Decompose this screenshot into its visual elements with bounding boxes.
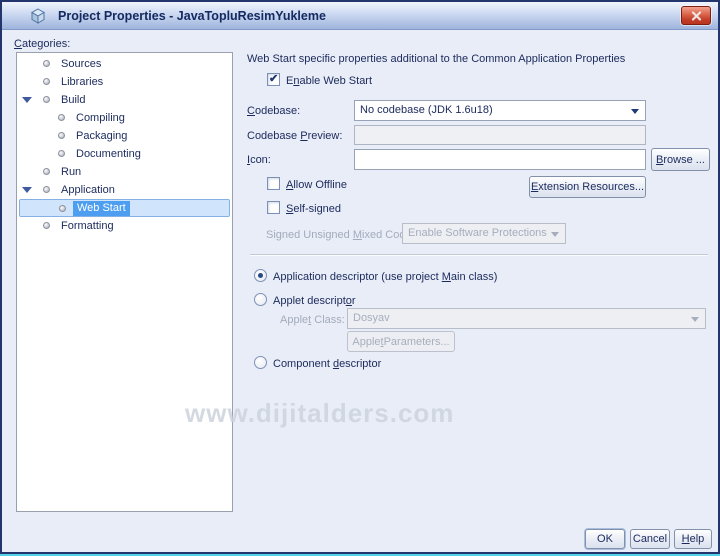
title-bar[interactable]: Project Properties - JavaTopluResimYukle… [2,2,718,30]
expand-triangle-icon[interactable] [22,187,32,193]
tree-item-web-start[interactable]: Web Start [19,199,230,217]
codebase-label: Codebase: [247,105,301,117]
allow-offline-checkbox[interactable] [267,177,280,190]
tree-item-application[interactable]: Application [19,181,230,199]
window-title: Project Properties - JavaTopluResimYukle… [58,8,326,23]
mixed-code-label: Signed Unsigned Mixed Code: [266,229,415,241]
codebase-preview-label: Codebase Preview: [247,130,343,142]
applet-descriptor-label: Applet descriptor [273,295,356,307]
codebase-preview-field [354,125,646,145]
tree-item-label: Formatting [61,220,114,232]
codebase-selected-value: No codebase (JDK 1.6u18) [360,104,493,116]
tree-item-build[interactable]: Build [19,91,230,109]
icon-field[interactable] [354,149,646,170]
section-divider [250,254,708,256]
chevron-down-icon [551,232,559,237]
enable-web-start-label: Enable Web Start [286,75,373,87]
mixed-code-combobox: Enable Software Protections [402,223,566,244]
tree-item-label: Web Start [73,201,130,216]
tree-item-label: Build [61,94,86,106]
categories-tree: Sources Libraries Build Compiling Packag… [16,52,233,512]
project-cube-icon [31,7,45,24]
codebase-combobox[interactable]: No codebase (JDK 1.6u18) [354,100,646,121]
categories-label: Categories: [14,38,71,50]
node-bullet-icon [43,168,50,175]
node-bullet-icon [43,96,50,103]
node-bullet-icon [43,222,50,229]
chevron-down-icon [631,109,639,114]
tree-item-libraries[interactable]: Libraries [19,73,230,91]
node-bullet-icon [43,186,50,193]
node-bullet-icon [58,132,65,139]
tree-item-label: Libraries [61,76,104,88]
tree-item-label: Compiling [76,112,125,124]
node-bullet-icon [59,205,66,212]
panel-description: Web Start specific properties additional… [247,53,626,65]
applet-descriptor-radio[interactable] [254,293,267,306]
tree-item-run[interactable]: Run [19,163,230,181]
applet-parameters-button: Apple t Parameters... [347,331,455,352]
applet-class-selected-value: Dosyav [353,312,390,324]
allow-offline-label: Allow Offline [286,179,347,191]
close-icon [691,10,701,21]
application-descriptor-label: Application descriptor (use project Main… [273,271,498,283]
component-descriptor-radio[interactable] [254,356,267,369]
ok-button[interactable]: OK [585,529,625,549]
tree-item-label: Documenting [76,148,141,160]
chevron-down-icon [691,317,699,322]
self-signed-label: Self-signed [286,203,342,215]
tree-item-label: Packaging [76,130,128,142]
self-signed-checkbox[interactable] [267,201,280,214]
tree-item-sources[interactable]: Sources [19,55,230,73]
mixed-code-selected-value: Enable Software Protections [408,227,547,239]
component-descriptor-label: Component descriptor [273,358,382,370]
applet-class-label: Applet Class: [280,314,345,326]
project-properties-dialog: Project Properties - JavaTopluResimYukle… [0,0,720,554]
tree-item-packaging[interactable]: Packaging [19,127,230,145]
tree-item-label: Application [61,184,115,196]
tree-item-label: Run [61,166,82,178]
expand-triangle-icon[interactable] [22,97,32,103]
tree-item-label: Sources [61,58,102,70]
node-bullet-icon [58,114,65,121]
tree-item-compiling[interactable]: Compiling [19,109,230,127]
icon-label: Icon: [247,154,271,166]
help-button[interactable]: Help [674,529,712,549]
application-descriptor-radio[interactable] [254,269,267,282]
tree-item-formatting[interactable]: Formatting [19,217,230,235]
extension-resources-button[interactable]: Extension Resources... [529,176,646,198]
enable-web-start-checkbox[interactable] [267,72,280,86]
node-bullet-icon [43,60,50,67]
node-bullet-icon [43,78,50,85]
applet-class-combobox: Dosyav [347,308,706,329]
node-bullet-icon [58,150,65,157]
tree-item-documenting[interactable]: Documenting [19,145,230,163]
cancel-button[interactable]: Cancel [630,529,670,549]
close-button[interactable] [681,6,711,25]
browse-button[interactable]: Browse ... [651,148,710,171]
